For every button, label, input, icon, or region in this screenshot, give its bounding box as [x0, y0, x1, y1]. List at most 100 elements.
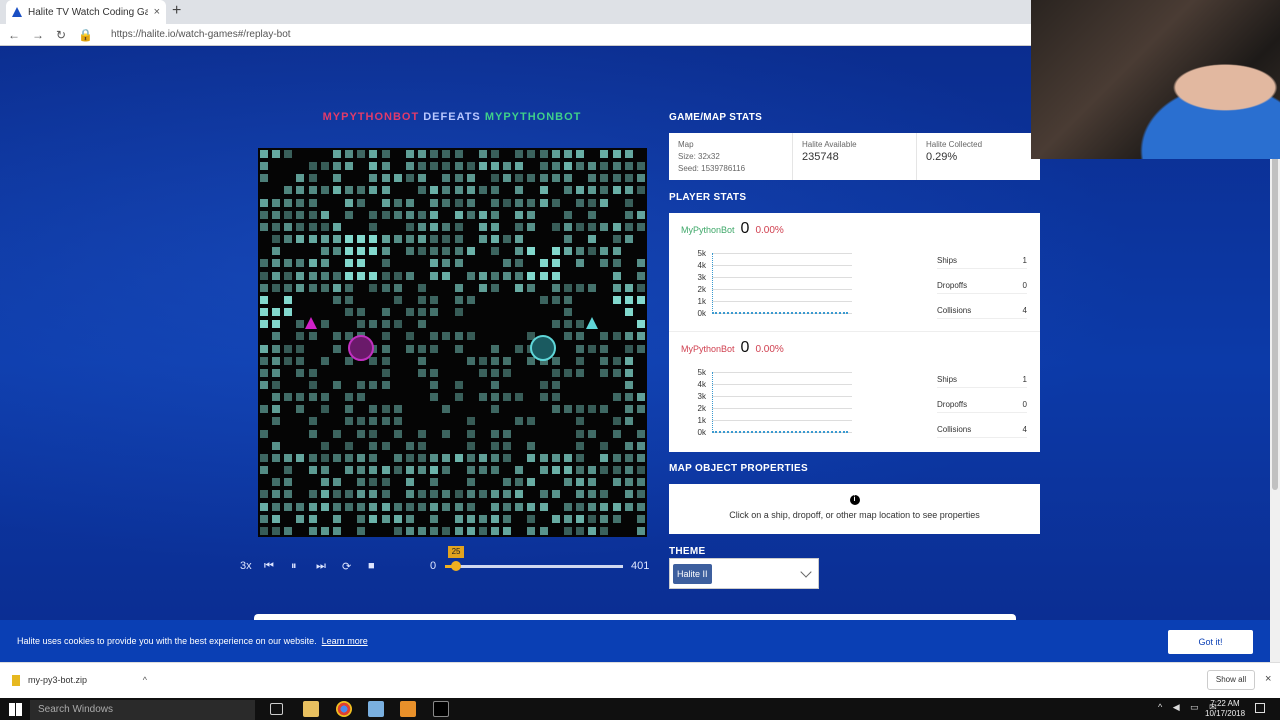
- player1-ship-icon[interactable]: [305, 317, 317, 329]
- halite-cell: [296, 502, 305, 511]
- halite-cell: [260, 174, 268, 183]
- new-tab-button[interactable]: +: [172, 2, 181, 20]
- pause-icon[interactable]: ⏸: [291, 560, 297, 573]
- halite-cell: [478, 150, 487, 158]
- halite-cell: [576, 405, 585, 414]
- back-arrow-icon[interactable]: ←: [8, 28, 20, 42]
- windows-search-box[interactable]: Search Windows: [30, 700, 255, 720]
- player2-ship-icon[interactable]: [586, 317, 598, 329]
- camera-icon[interactable]: ■: [368, 560, 375, 572]
- halite-collected-value: 0.29%: [926, 151, 958, 163]
- halite-cell: [636, 453, 645, 462]
- halite-cell: [418, 174, 427, 183]
- halite-cell: [332, 186, 341, 195]
- halite-cell: [345, 259, 354, 268]
- speed-button[interactable]: 3x: [240, 560, 252, 572]
- y-tick-label: 2k: [697, 404, 706, 413]
- halite-cell: [527, 150, 536, 158]
- halite-cell: [612, 162, 621, 171]
- chrome-icon[interactable]: [336, 701, 352, 717]
- halite-cell: [527, 502, 536, 511]
- halite-cell: [563, 150, 572, 158]
- windows-start-icon[interactable]: [9, 703, 22, 716]
- halite-cell: [563, 283, 572, 292]
- halite-cell: [381, 490, 390, 499]
- halite-cell: [588, 429, 597, 438]
- halite-cell: [551, 295, 560, 304]
- halite-cell: [466, 210, 475, 219]
- task-view-icon[interactable]: [270, 703, 283, 715]
- halite-cell: [381, 150, 390, 158]
- halite-cell: [576, 332, 585, 341]
- learn-more-link[interactable]: Learn more: [322, 636, 368, 646]
- halite-cell: [527, 283, 536, 292]
- download-bar-close-icon[interactable]: ×: [1265, 673, 1271, 685]
- halite-cell: [284, 490, 293, 499]
- halite-cell: [320, 162, 329, 171]
- reload-icon[interactable]: ↻: [56, 28, 66, 42]
- player1-pct: 0.00%: [755, 225, 784, 236]
- chevron-up-icon[interactable]: ^: [143, 675, 147, 685]
- game-map[interactable]: [258, 148, 647, 537]
- sublime-text-icon[interactable]: [400, 701, 416, 717]
- halite-cell: [600, 356, 609, 365]
- halite-cell: [430, 332, 439, 341]
- player1-shipyard-icon[interactable]: [348, 335, 374, 361]
- halite-cell: [357, 320, 366, 329]
- halite-cell: [260, 259, 268, 268]
- halite-cell: [345, 453, 354, 462]
- forward-arrow-icon[interactable]: →: [32, 28, 44, 42]
- halite-cell: [466, 441, 475, 450]
- file-explorer-icon[interactable]: [303, 701, 319, 717]
- terminal-icon[interactable]: [433, 701, 449, 717]
- halite-cell: [527, 417, 536, 426]
- halite-cell: [478, 222, 487, 231]
- halite-cell: [478, 526, 487, 535]
- skip-forward-icon[interactable]: ⏭: [316, 560, 326, 573]
- halite-cell: [636, 441, 645, 450]
- halite-cell: [405, 308, 414, 317]
- skip-back-icon[interactable]: ⏮: [264, 560, 274, 573]
- halite-cell: [600, 198, 609, 207]
- halite-cell: [430, 186, 439, 195]
- map-object-hint: Click on a ship, dropoff, or other map l…: [729, 510, 980, 520]
- halite-cell: [466, 295, 475, 304]
- browser-tab[interactable]: Halite TV Watch Coding Game V ×: [6, 0, 166, 24]
- halite-cell: [551, 222, 560, 231]
- halite-cell: [357, 380, 366, 389]
- download-item[interactable]: my-py3-bot.zip ^: [12, 670, 147, 690]
- halite-cell: [612, 514, 621, 523]
- theme-select[interactable]: Halite II: [669, 558, 819, 589]
- halite-cell: [442, 235, 451, 244]
- notification-icon[interactable]: [1255, 703, 1265, 713]
- halite-cell: [260, 526, 268, 535]
- halite-cell: [515, 490, 524, 499]
- halite-cell: [418, 466, 427, 475]
- halite-cell: [454, 247, 463, 256]
- halite-cell: [369, 174, 378, 183]
- player2-shipyard-icon[interactable]: [530, 335, 556, 361]
- tab-close-icon[interactable]: ×: [154, 6, 160, 18]
- halite-cell: [405, 441, 414, 450]
- halite-cell: [381, 332, 390, 341]
- taskbar-clock[interactable]: 7:22 AM 10/17/2018: [1205, 699, 1245, 719]
- halite-cell: [466, 417, 475, 426]
- halite-cell: [503, 271, 512, 280]
- halite-cell: [624, 295, 633, 304]
- halite-cell: [551, 320, 560, 329]
- halite-cell: [320, 247, 329, 256]
- info-icon: i: [849, 495, 860, 505]
- halite-cell: [503, 490, 512, 499]
- show-all-button[interactable]: Show all: [1207, 670, 1255, 690]
- app-icon[interactable]: [368, 701, 384, 717]
- url-field[interactable]: https://halite.io/watch-games#/replay-bo…: [111, 29, 291, 40]
- turn-slider-thumb[interactable]: [451, 561, 462, 571]
- got-it-button[interactable]: Got it!: [1168, 630, 1253, 654]
- halite-cell: [612, 393, 621, 402]
- turn-slider[interactable]: [445, 565, 623, 568]
- halite-cell: [430, 295, 439, 304]
- halite-cell: [430, 308, 439, 317]
- repeat-icon[interactable]: ⟳: [342, 560, 351, 573]
- halite-cell: [430, 271, 439, 280]
- halite-cell: [442, 222, 451, 231]
